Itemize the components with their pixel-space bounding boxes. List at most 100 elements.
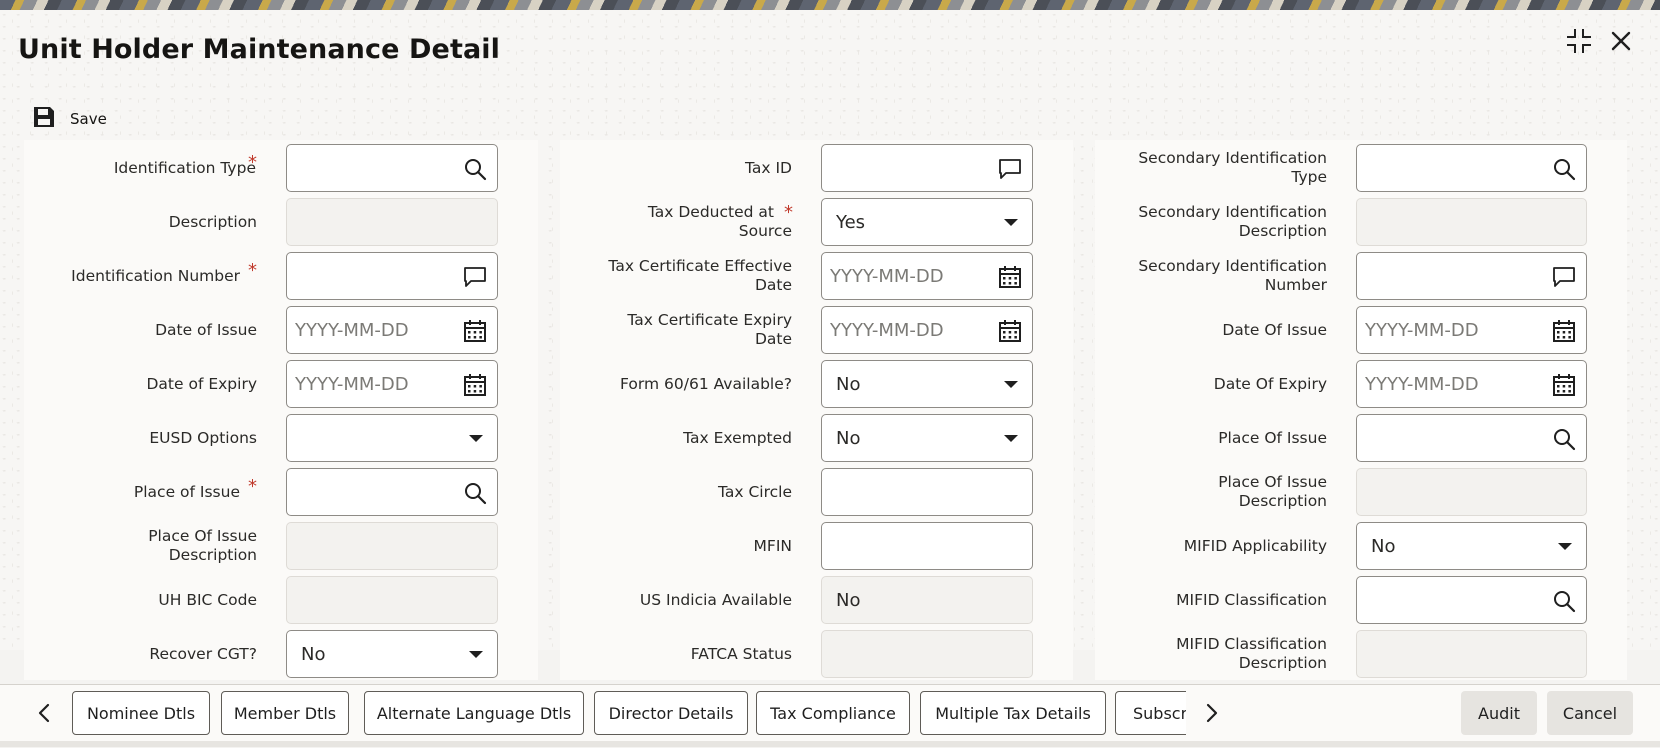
secondary-place-of-issue-row: Place Of Issue [1095,414,1627,462]
identification-type-label: Identification Type [113,158,256,177]
tax-id-input[interactable] [821,144,1033,192]
place-of-issue-row: Place of Issue * [24,468,538,516]
calendar-icon[interactable] [998,265,1022,289]
tab-subscr[interactable]: Subscr [1115,691,1186,735]
cancel-button[interactable]: Cancel [1547,691,1633,735]
tab-nominee-dtls[interactable]: Nominee Dtls [72,691,210,735]
tax-exempted-select[interactable]: No [821,414,1033,462]
secondary-id-type-row: Secondary Identification Type [1095,144,1627,192]
date-placeholder: YYYY-MM-DD [830,319,944,341]
secondary-place-description-field [1356,468,1587,516]
calendar-icon[interactable] [463,319,487,343]
secondary-id-number-input[interactable] [1356,252,1587,300]
mifid-applicability-value: No [1371,535,1396,557]
tab-multiple-tax-details[interactable]: Multiple Tax Details [920,691,1106,735]
mifid-applicability-row: MIFID Applicability No [1095,522,1627,570]
chevron-down-icon [469,435,483,442]
form-60-61-label: Form 60/61 Available? [620,374,792,393]
tab-member-dtls[interactable]: Member Dtls [221,691,349,735]
comment-icon[interactable] [998,157,1022,181]
tab-alternate-language-dtls[interactable]: Alternate Language Dtls [364,691,584,735]
tax-circle-input[interactable] [821,468,1033,516]
search-icon[interactable] [1552,589,1576,613]
identification-number-input[interactable] [286,252,498,300]
chevron-down-icon [1558,543,1572,550]
secondary-date-of-issue-input[interactable]: YYYY-MM-DD [1356,306,1587,354]
place-of-issue-input[interactable] [286,468,498,516]
date-of-expiry-row: Date of Expiry YYYY-MM-DD [24,360,538,408]
save-button[interactable]: Save [32,106,107,132]
calendar-icon[interactable] [1552,319,1576,343]
comment-icon[interactable] [1552,265,1576,289]
required-marker: * [248,260,257,281]
chevron-down-icon [1004,381,1018,388]
secondary-date-of-expiry-input[interactable]: YYYY-MM-DD [1356,360,1587,408]
date-of-issue-input[interactable]: YYYY-MM-DD [286,306,498,354]
identification-number-label: Identification Number [71,266,240,285]
secondary-id-type-label: Secondary Identification Type [1138,149,1327,186]
search-icon[interactable] [463,481,487,505]
chevron-down-icon [1004,219,1018,226]
date-of-expiry-input[interactable]: YYYY-MM-DD [286,360,498,408]
save-label: Save [70,110,107,128]
search-icon[interactable] [1552,427,1576,451]
tax-cert-expiry-row: Tax Certificate Expiry Date YYYY-MM-DD [560,306,1073,354]
tab-director-details[interactable]: Director Details [594,691,748,735]
secondary-date-of-issue-row: Date Of Issue YYYY-MM-DD [1095,306,1627,354]
required-marker: * [784,202,793,223]
tax-cert-effective-row: Tax Certificate Effective Date YYYY-MM-D… [560,252,1073,300]
recover-cgt-select[interactable]: No [286,630,498,678]
tax-exempted-value: No [836,427,861,449]
uh-bic-code-label: UH BIC Code [158,590,257,609]
collapse-arrows-icon[interactable] [1565,27,1593,55]
secondary-place-description-label: Place Of Issue Description [1218,473,1327,510]
uh-bic-code-row: UH BIC Code [24,576,538,624]
eusd-options-select[interactable] [286,414,498,462]
description-row: Description [24,198,538,246]
calendar-icon[interactable] [998,319,1022,343]
secondary-id-number-label: Secondary Identification Number [1138,257,1327,294]
identification-number-row: Identification Number * [24,252,538,300]
required-marker: * [248,152,257,173]
secondary-id-number-row: Secondary Identification Number [1095,252,1627,300]
tax-circle-label: Tax Circle [717,482,792,501]
mfin-row: MFIN [560,522,1073,570]
mfin-input[interactable] [821,522,1033,570]
secondary-id-description-label: Secondary Identification Description [1138,203,1327,240]
search-icon[interactable] [1552,157,1576,181]
tax-cert-expiry-input[interactable]: YYYY-MM-DD [821,306,1033,354]
mifid-classification-description-row: MIFID Classification Description [1095,630,1627,678]
tax-deducted-select[interactable]: Yes [821,198,1033,246]
tax-deducted-row: Tax Deducted at Source * Yes [560,198,1073,246]
uh-bic-code-field [286,576,498,624]
place-of-issue-description-label: Place Of Issue Description [148,527,257,564]
chevron-left-icon[interactable] [32,699,56,727]
form-60-61-select[interactable]: No [821,360,1033,408]
secondary-id-type-input[interactable] [1356,144,1587,192]
tax-exempted-row: Tax Exempted No [560,414,1073,462]
audit-button[interactable]: Audit [1461,691,1537,735]
search-icon[interactable] [463,157,487,181]
comment-icon[interactable] [463,265,487,289]
close-icon[interactable] [1610,30,1632,52]
secondary-place-of-issue-input[interactable] [1356,414,1587,462]
chevron-down-icon [469,651,483,658]
identification-type-input[interactable] [286,144,498,192]
recover-cgt-row: Recover CGT? No [24,630,538,678]
footer-bar: Nominee Dtls Member Dtls Alternate Langu… [0,684,1660,747]
mifid-applicability-select[interactable]: No [1356,522,1587,570]
footer-tabs: Nominee Dtls Member Dtls Alternate Langu… [72,685,1186,748]
fatca-status-field [821,630,1033,678]
calendar-icon[interactable] [1552,373,1576,397]
tab-tax-compliance[interactable]: Tax Compliance [756,691,910,735]
chevron-right-icon[interactable] [1200,699,1224,727]
tax-cert-effective-input[interactable]: YYYY-MM-DD [821,252,1033,300]
eusd-options-label: EUSD Options [149,428,257,447]
identification-type-row: Identification Type * [24,144,538,192]
calendar-icon[interactable] [463,373,487,397]
us-indicia-row: US Indicia Available No [560,576,1073,624]
tax-id-label: Tax ID [744,158,792,177]
date-placeholder: YYYY-MM-DD [830,265,944,287]
date-placeholder: YYYY-MM-DD [1365,373,1479,395]
mifid-classification-input[interactable] [1356,576,1587,624]
